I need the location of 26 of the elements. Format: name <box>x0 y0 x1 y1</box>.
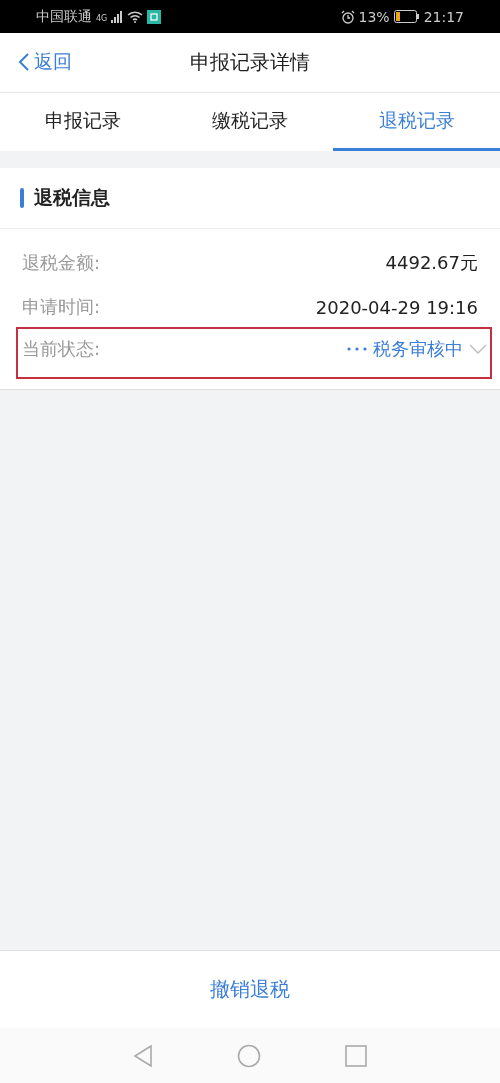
wifi-icon <box>127 10 144 23</box>
dots-icon <box>347 347 367 351</box>
chevron-left-icon <box>18 52 30 72</box>
field-label: 退税金额: <box>22 251 101 275</box>
section-title: 退税信息 <box>34 185 110 210</box>
status-dropdown[interactable]: 税务审核中 <box>347 337 487 361</box>
alarm-icon <box>340 9 355 24</box>
field-value: 2020-04-29 19:16 <box>315 296 478 318</box>
back-nav-icon[interactable] <box>133 1044 153 1067</box>
accent-bar <box>20 188 24 208</box>
field-label: 当前状态: <box>22 337 101 361</box>
page-title: 申报记录详情 <box>190 49 310 76</box>
home-nav-icon[interactable] <box>237 1043 261 1068</box>
recents-nav-icon[interactable] <box>345 1044 367 1067</box>
signal-icon <box>111 10 124 23</box>
field-value: 4492.67元 <box>385 251 478 275</box>
field-label: 申请时间: <box>22 295 101 319</box>
chevron-down-icon <box>469 344 487 354</box>
back-button[interactable]: 返回 <box>18 49 72 75</box>
network-type: 4G <box>96 13 108 23</box>
battery-percent: 13% <box>358 8 390 25</box>
carrier-name: 中国联通 <box>36 7 92 26</box>
app-icon <box>147 9 162 24</box>
cancel-refund-button[interactable]: 撤销退税 <box>204 975 296 1004</box>
battery-icon <box>393 10 420 23</box>
clock-time: 21:17 <box>423 8 464 25</box>
